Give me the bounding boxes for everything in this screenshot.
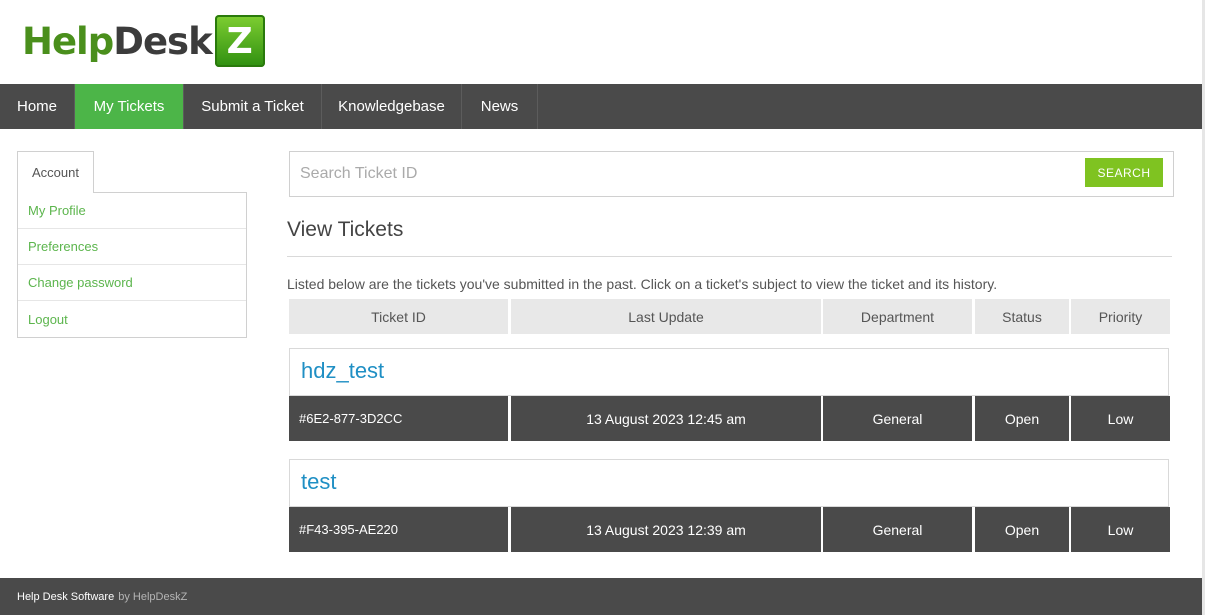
- logo-desk-text: Desk: [113, 19, 212, 63]
- main-nav: Home My Tickets Submit a Ticket Knowledg…: [0, 84, 1202, 129]
- intro-text: Listed below are the tickets you've subm…: [287, 276, 998, 292]
- nav-item-submit-ticket[interactable]: Submit a Ticket: [184, 84, 322, 129]
- ticket-id: #F43-395-AE220: [289, 507, 508, 552]
- ticket-priority: Low: [1071, 507, 1170, 552]
- ticket-status: Open: [975, 507, 1069, 552]
- ticket-subject-row: hdz_test: [289, 348, 1169, 396]
- search-bar: SEARCH: [289, 151, 1174, 197]
- search-button[interactable]: SEARCH: [1085, 158, 1163, 187]
- logo-text: HelpDesk: [22, 19, 213, 63]
- ticket-priority: Low: [1071, 396, 1170, 441]
- sidebar-item-my-profile[interactable]: My Profile: [18, 193, 246, 229]
- sidebar-item-change-password[interactable]: Change password: [18, 265, 246, 301]
- ticket-department: General: [823, 396, 972, 441]
- ticket-status: Open: [975, 396, 1069, 441]
- ticket-subject-link[interactable]: test: [301, 469, 336, 495]
- nav-item-my-tickets[interactable]: My Tickets: [75, 84, 184, 129]
- ticket-last-update: 13 August 2023 12:39 am: [511, 507, 821, 552]
- divider: [287, 256, 1172, 257]
- column-header-priority: Priority: [1071, 299, 1170, 334]
- ticket-subject-row: test: [289, 459, 1169, 507]
- footer: Help Desk Software by HelpDeskZ: [0, 578, 1202, 615]
- nav-item-knowledgebase[interactable]: Knowledgebase: [322, 84, 462, 129]
- sidebar-item-logout[interactable]: Logout: [18, 301, 246, 337]
- footer-text: Help Desk Software: [17, 590, 115, 603]
- ticket-subject-link[interactable]: hdz_test: [301, 358, 384, 384]
- column-header-status: Status: [975, 299, 1069, 334]
- nav-item-home[interactable]: Home: [0, 84, 75, 129]
- search-input[interactable]: [290, 152, 1080, 196]
- footer-credit-link[interactable]: by HelpDeskZ: [118, 591, 187, 603]
- sidebar-item-preferences[interactable]: Preferences: [18, 229, 246, 265]
- column-header-department: Department: [823, 299, 972, 334]
- ticket-id: #6E2-877-3D2CC: [289, 396, 508, 441]
- ticket-last-update: 13 August 2023 12:45 am: [511, 396, 821, 441]
- page-title: View Tickets: [287, 218, 404, 241]
- logo-z-badge: Z: [214, 15, 265, 67]
- column-header-last-update: Last Update: [511, 299, 821, 334]
- logo[interactable]: HelpDesk Z: [22, 14, 265, 68]
- tab-account[interactable]: Account: [17, 151, 94, 193]
- column-header-ticket-id: Ticket ID: [289, 299, 508, 334]
- account-menu: My Profile Preferences Change password L…: [17, 192, 247, 338]
- ticket-department: General: [823, 507, 972, 552]
- logo-help-text: Help: [22, 19, 114, 63]
- nav-item-news[interactable]: News: [462, 84, 538, 129]
